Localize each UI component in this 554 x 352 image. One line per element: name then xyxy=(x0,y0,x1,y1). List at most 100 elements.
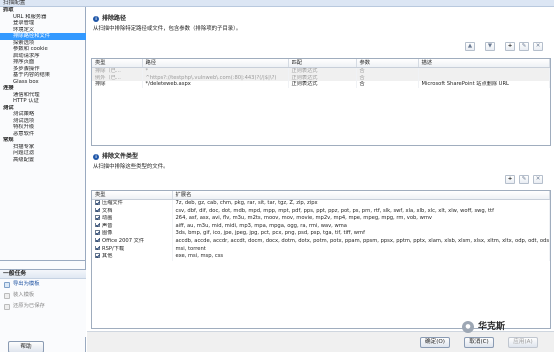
ok-button[interactable]: 确定(O) xyxy=(420,337,450,348)
exclusion-paths-table: 类型 路径 匹配 参数 描述 排除（已… * 正则表达式否例外（已… ^https?:… xyxy=(91,58,551,146)
move-down-button[interactable]: ▼ xyxy=(485,42,495,51)
cell-type: 排除 xyxy=(92,81,143,88)
table-row[interactable]: 压缩文件 7z, deb, gz, cab, chm, pkg, rar, sit… xyxy=(92,199,550,208)
task-export-template[interactable]: 导出为模板 xyxy=(0,279,86,290)
type-checkbox[interactable] xyxy=(95,199,100,205)
apply-button[interactable]: 应用(A) xyxy=(508,337,538,348)
table-row[interactable]: 动画 264, asf, asx, avi, flv, m3u, m2ts, mo… xyxy=(92,215,550,223)
task-label: 导出为模板 xyxy=(13,281,40,287)
info-icon: i xyxy=(93,16,99,22)
exclusion-types-table: 类型 扩展名 压缩文件 7z, deb, gz, cab, chm, pkg, r… xyxy=(91,190,551,329)
type-label: 声音 xyxy=(102,222,113,229)
task-label: 装入模板 xyxy=(13,292,35,298)
add-type-button[interactable]: + xyxy=(505,175,515,184)
table-row[interactable]: 图像 3ds, bmp, gif, ico, jpe, jpeg, jpg, pc… xyxy=(92,230,550,238)
cell-type: 压缩文件 xyxy=(92,199,173,208)
cell-extensions: msi, torrent xyxy=(172,245,550,254)
type-checkbox[interactable] xyxy=(95,230,100,235)
column-header-type[interactable]: 类型 xyxy=(92,191,173,200)
exclusion-types-header: i 排除文件类型 从扫描中排除这些类型的文件。 xyxy=(91,153,547,173)
cell-match: 正则表达式 xyxy=(288,81,357,88)
cell-extensions: csv, dbf, dif, doc, dot, mdb, mpd, mpp, … xyxy=(172,207,550,216)
type-label: RSP/下载 xyxy=(102,245,125,252)
type-label: 压缩文件 xyxy=(102,200,123,206)
type-label: 动画 xyxy=(102,215,113,222)
section-title: 排除文件类型 xyxy=(102,153,139,160)
info-icon: i xyxy=(93,154,99,160)
column-header-type[interactable]: 类型 xyxy=(92,59,143,68)
move-up-button[interactable]: ▲ xyxy=(465,42,475,51)
cancel-button[interactable]: 取消(C) xyxy=(464,337,494,348)
window-title-bar: 扫描配置 xyxy=(0,0,554,7)
add-button[interactable]: + xyxy=(505,42,515,51)
watermark-text: 华克斯 xyxy=(478,322,506,332)
column-header-description[interactable]: 描述 xyxy=(418,59,550,68)
cell-type: 动画 xyxy=(92,215,173,223)
window-title: 扫描配置 xyxy=(3,0,26,6)
config-nav-tree: 抓取 URL 和服务器 登录管理 环境定义 排除路径和文件 探索选项 参数和 cookie 启… xyxy=(0,7,86,261)
cell-type: 图像 xyxy=(92,230,173,238)
column-header-match[interactable]: 匹配 xyxy=(288,59,357,68)
type-label: Office 2007 文件 xyxy=(102,237,145,244)
cell-extensions: 3ds, bmp, gif, ico, jpe, jpeg, jpg, pct,… xyxy=(172,230,550,238)
column-header-extension[interactable]: 扩展名 xyxy=(172,191,550,200)
sidebar: 抓取 URL 和服务器 登录管理 环境定义 排除路径和文件 探索选项 参数和 cookie 启… xyxy=(0,7,86,352)
cell-params: 否 xyxy=(356,67,419,75)
cell-extensions: exe, msi, msp, css xyxy=(172,253,550,261)
cell-type: 其他 xyxy=(92,253,173,261)
table-row[interactable]: 排除 */deleteweb.aspx 正则表达式否 Microsoft ShareP… xyxy=(92,81,550,88)
type-label: 图像 xyxy=(102,230,113,237)
cell-match: 正则表达式 xyxy=(288,67,357,75)
main-panel: i 排除路径 从扫描中排除特定路径或文件，包含参数（排除项的子目录）。 ▲ ▼ … xyxy=(87,7,554,331)
task-label: 还原为已保存 xyxy=(13,303,45,309)
type-checkbox[interactable] xyxy=(95,215,100,220)
type-label: 其他 xyxy=(102,253,113,260)
cell-type: RSP/下载 xyxy=(92,245,173,254)
task-load-template: 装入模板 xyxy=(0,290,86,301)
cell-path: */deleteweb.aspx xyxy=(142,81,289,88)
export-icon xyxy=(4,282,10,288)
type-checkbox[interactable] xyxy=(95,222,100,228)
cell-params: 否 xyxy=(356,81,419,88)
table-row[interactable]: 排除（已… * 正则表达式否 xyxy=(92,67,550,75)
delete-button[interactable]: ✕ xyxy=(533,42,543,51)
dialog-button-bar: 确定(O) 取消(C) 应用(A) xyxy=(87,331,554,352)
table-row[interactable]: 其他 exe, msi, msp, css xyxy=(92,253,550,261)
wechat-icon: ● xyxy=(462,321,474,333)
cell-desc: Microsoft SharePoint 站点删除 URL xyxy=(418,81,550,88)
type-checkbox[interactable] xyxy=(95,237,100,243)
cell-extensions: 264, asf, asx, avi, flv, m3u, m2ts, moov… xyxy=(172,215,550,223)
cell-extensions: accdb, accde, accdr, accdt, docm, docx, … xyxy=(172,237,550,246)
load-icon xyxy=(4,293,10,299)
section-title: 排除路径 xyxy=(102,15,127,22)
column-header-path[interactable]: 路径 xyxy=(142,59,289,68)
edit-button[interactable]: ✎ xyxy=(519,42,529,51)
type-checkbox[interactable] xyxy=(95,245,100,251)
table-row[interactable]: 声音 aiff, au, m3u, mid, midi, mp3, mpa, mp… xyxy=(92,222,550,231)
revert-icon xyxy=(4,304,10,310)
help-button[interactable]: 帮助 xyxy=(8,341,44,352)
nav-item[interactable]: 高级配置 xyxy=(0,157,86,164)
section-description: 从扫描中排除这些类型的文件。 xyxy=(93,164,169,170)
cell-type: Office 2007 文件 xyxy=(92,237,173,246)
column-header-params[interactable]: 参数 xyxy=(356,59,419,68)
edit-type-button[interactable]: ✎ xyxy=(519,175,529,184)
cell-type: 声音 xyxy=(92,222,173,231)
cell-type: 文档 xyxy=(92,207,173,216)
table-row[interactable]: 文档 csv, dbf, dif, doc, dot, mdb, mpd, mpp… xyxy=(92,207,550,216)
general-tasks-header: 一般任务 xyxy=(0,270,86,279)
task-revert-saved: 还原为已保存 xyxy=(0,301,86,312)
delete-type-button[interactable]: ✕ xyxy=(533,175,543,184)
section-description: 从扫描中排除特定路径或文件，包含参数（排除项的子目录）。 xyxy=(93,26,242,32)
watermark: ● 华克斯 xyxy=(462,320,506,334)
type-label: 文档 xyxy=(102,207,113,214)
type-checkbox[interactable] xyxy=(95,207,100,213)
cell-extensions: aiff, au, m3u, mid, midi, mp3, mpa, mpga… xyxy=(172,222,550,231)
exclusion-paths-header: i 排除路径 从扫描中排除特定路径或文件，包含参数（排除项的子目录）。 xyxy=(91,15,547,35)
general-tasks-panel: 一般任务 导出为模板 装入模板 还原为已保存 xyxy=(0,269,86,337)
cell-path: * xyxy=(142,67,289,75)
type-checkbox[interactable] xyxy=(95,253,100,258)
table-row[interactable]: RSP/下载 msi, torrent xyxy=(92,245,550,254)
cell-type: 排除（已… xyxy=(92,67,143,75)
table-row[interactable]: Office 2007 文件 accdb, accde, accdr, accdt… xyxy=(92,237,550,246)
